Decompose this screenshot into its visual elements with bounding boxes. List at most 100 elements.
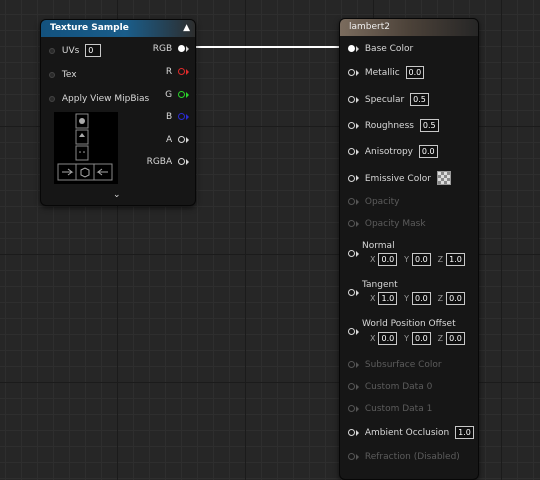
- axis-y-label: Y: [404, 255, 409, 264]
- output-rgba[interactable]: RGBA: [147, 155, 189, 169]
- g-label: G: [165, 90, 173, 100]
- pin-arrow-icon: [356, 383, 359, 390]
- pin-icon[interactable]: [348, 45, 355, 52]
- metallic-label: Metallic: [364, 68, 400, 78]
- pin-icon[interactable]: [49, 71, 55, 78]
- pin-icon[interactable]: [348, 96, 355, 103]
- normal-x-field[interactable]: 0.0: [378, 253, 398, 266]
- opacity-mask-label: Opacity Mask: [364, 219, 426, 229]
- ao-label: Ambient Occlusion: [364, 428, 450, 438]
- roughness-value-field[interactable]: 0.5: [419, 119, 439, 132]
- anisotropy-input[interactable]: Anisotropy 0.0: [348, 145, 438, 159]
- refraction-label: Refraction (Disabled): [364, 452, 460, 462]
- b-label: B: [165, 112, 173, 122]
- custom0-input: Custom Data 0: [348, 380, 432, 394]
- pin-arrow-icon: [186, 45, 189, 52]
- normal-z-field[interactable]: 1.0: [446, 253, 465, 266]
- expand-down-icon[interactable]: ⌄: [113, 190, 121, 200]
- tangent-y-field[interactable]: 0.0: [411, 292, 431, 305]
- pin-icon[interactable]: [348, 289, 355, 296]
- pin-arrow-icon: [356, 405, 359, 412]
- pin-icon[interactable]: [178, 113, 185, 120]
- output-a[interactable]: A: [166, 133, 189, 147]
- pin-arrow-icon: [356, 250, 359, 257]
- connection-wire: [186, 46, 349, 48]
- pin-icon[interactable]: [49, 47, 55, 54]
- axis-x-label: X: [370, 334, 376, 343]
- pin-icon[interactable]: [348, 148, 355, 155]
- emissive-label: Emissive Color: [364, 173, 431, 184]
- output-g[interactable]: G: [165, 88, 189, 102]
- output-r[interactable]: R: [166, 65, 189, 79]
- wpo-input-pin[interactable]: [348, 325, 359, 339]
- uvs-value-field[interactable]: 0: [85, 44, 102, 57]
- pin-icon[interactable]: [178, 91, 185, 98]
- r-label: R: [165, 67, 173, 77]
- pin-arrow-icon: [356, 328, 359, 335]
- axis-y-label: Y: [404, 294, 409, 303]
- pin-arrow-icon: [356, 220, 359, 227]
- pin-icon[interactable]: [348, 69, 355, 76]
- pin-icon[interactable]: [178, 158, 185, 165]
- wpo-z-field[interactable]: 0.0: [446, 332, 465, 345]
- pin-icon[interactable]: [348, 328, 355, 335]
- uvs-input[interactable]: UVs 0: [49, 44, 102, 58]
- wpo-vector-fields[interactable]: X 0.0 Y 0.0 Z 0.0: [366, 332, 465, 346]
- wpo-y-field[interactable]: 0.0: [411, 332, 431, 345]
- axis-z-label: Z: [437, 334, 444, 343]
- pin-icon[interactable]: [348, 122, 355, 129]
- axis-z-label: Z: [437, 294, 444, 303]
- metallic-value-field[interactable]: 0.0: [405, 66, 425, 79]
- normal-y-field[interactable]: 0.0: [411, 253, 431, 266]
- tangent-vector-fields[interactable]: X 1.0 Y 0.0 Z 0.0: [366, 292, 465, 306]
- pin-arrow-icon: [356, 453, 359, 460]
- base-color-input[interactable]: Base Color: [348, 42, 413, 56]
- pin-icon[interactable]: [348, 174, 355, 182]
- output-b[interactable]: B: [166, 110, 189, 124]
- normal-input-pin[interactable]: [348, 247, 359, 261]
- pin-icon[interactable]: [178, 45, 185, 52]
- pin-icon: [348, 405, 355, 412]
- base-color-label: Base Color: [364, 44, 414, 54]
- axis-x-label: X: [370, 294, 376, 303]
- mipbias-input[interactable]: Apply View MipBias: [49, 92, 149, 106]
- output-rgb[interactable]: RGB: [153, 42, 189, 56]
- tangent-label: Tangent: [362, 280, 398, 290]
- wpo-x-field[interactable]: 0.0: [378, 332, 398, 345]
- pin-arrow-icon: [186, 158, 189, 165]
- material-node[interactable]: lambert2 Base Color Metallic 0.0 Specula…: [339, 18, 479, 480]
- tex-label: Tex: [61, 70, 77, 80]
- pin-icon[interactable]: [348, 429, 355, 436]
- pin-icon[interactable]: [49, 95, 55, 102]
- pin-arrow-icon: [356, 361, 359, 368]
- pin-arrow-icon: [356, 289, 359, 296]
- pin-icon: [348, 198, 355, 205]
- ao-input[interactable]: Ambient Occlusion 1.0: [348, 426, 474, 440]
- texture-sample-node[interactable]: Texture Sample ▲ UVs 0 Tex Apply View Mi…: [40, 19, 196, 206]
- pin-icon[interactable]: [178, 136, 185, 143]
- anisotropy-value-field[interactable]: 0.0: [418, 145, 438, 158]
- axis-z-label: Z: [437, 255, 444, 264]
- specular-value-field[interactable]: 0.5: [410, 93, 429, 106]
- pin-icon[interactable]: [348, 250, 355, 257]
- checker-icon[interactable]: [436, 171, 451, 185]
- custom1-input: Custom Data 1: [348, 402, 432, 416]
- material-header[interactable]: lambert2: [340, 19, 478, 36]
- roughness-input[interactable]: Roughness 0.5: [348, 119, 439, 133]
- specular-input[interactable]: Specular 0.5: [348, 93, 429, 107]
- normal-vector-fields[interactable]: X 0.0 Y 0.0 Z 1.0: [366, 253, 465, 267]
- tangent-z-field[interactable]: 0.0: [446, 292, 465, 305]
- opacity-input: Opacity: [348, 195, 400, 209]
- tangent-x-field[interactable]: 1.0: [378, 292, 398, 305]
- pin-arrow-icon: [356, 148, 359, 155]
- emissive-input[interactable]: Emissive Color: [348, 171, 451, 185]
- tangent-input-pin[interactable]: [348, 286, 359, 300]
- pin-arrow-icon: [356, 69, 359, 76]
- collapse-up-icon[interactable]: ▲: [183, 20, 190, 37]
- texture-sample-header[interactable]: Texture Sample ▲: [41, 20, 195, 37]
- ao-value-field[interactable]: 1.0: [455, 426, 474, 439]
- tex-input[interactable]: Tex: [49, 68, 77, 82]
- pin-icon: [348, 361, 355, 368]
- pin-icon[interactable]: [178, 68, 185, 75]
- metallic-input[interactable]: Metallic 0.0: [348, 66, 425, 80]
